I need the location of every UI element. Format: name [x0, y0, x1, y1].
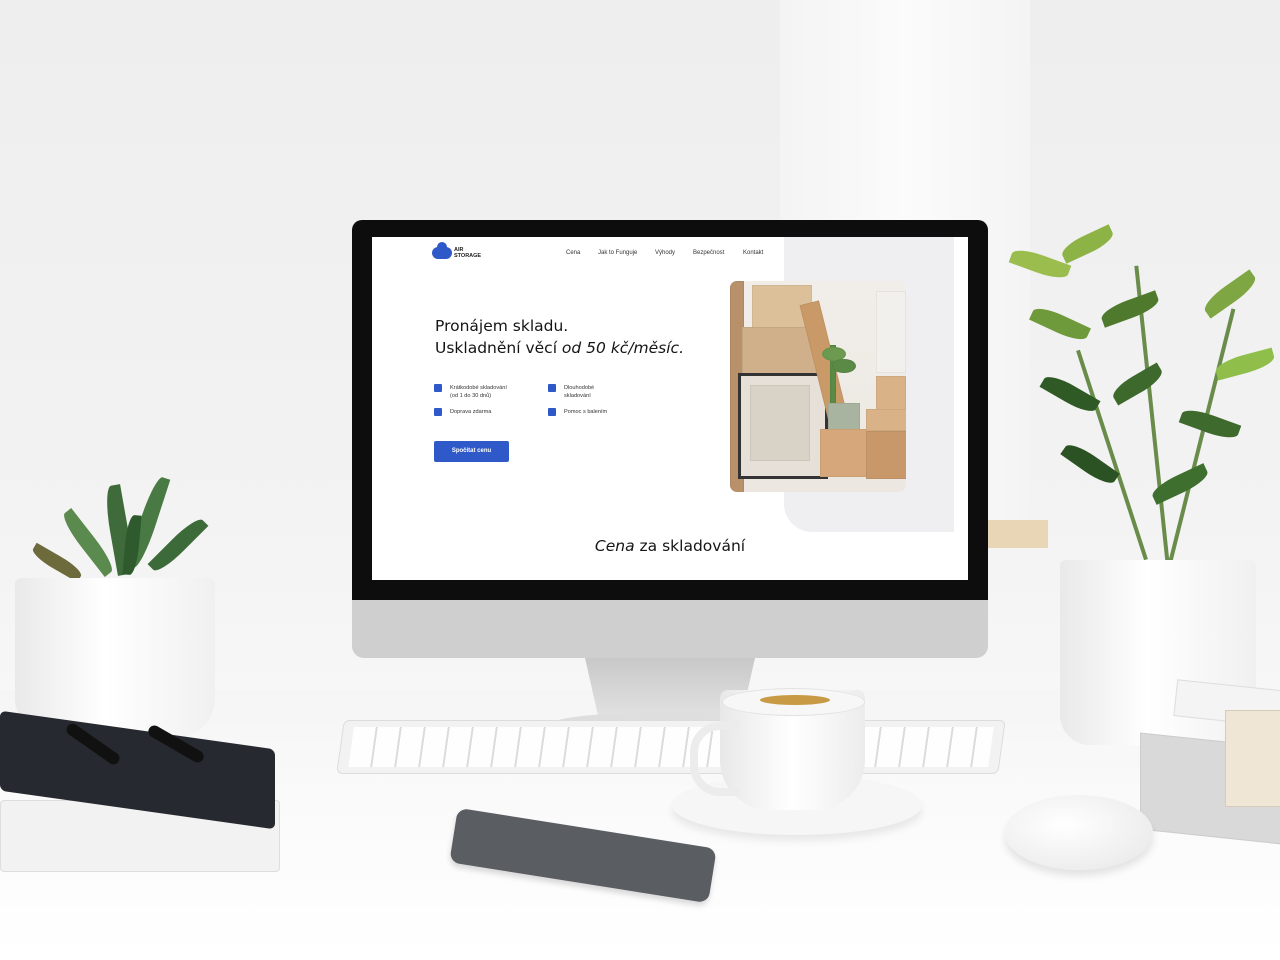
- logo-line2: STORAGE: [454, 253, 482, 259]
- checkbox-bullet-icon: [548, 384, 556, 392]
- feature-short-term: Krátkodobé skladování (od 1 do 30 dnů): [450, 384, 507, 400]
- nav-item-kontakt[interactable]: Kontakt: [743, 250, 763, 256]
- hero-title-line2-plain: Uskladnění věcí: [435, 339, 562, 357]
- nav-item-jak-to-funguje[interactable]: Jak to Funguje: [598, 250, 637, 256]
- feature-line: (od 1 do 30 dnů): [450, 393, 492, 399]
- monitor-chin: [352, 600, 988, 658]
- section-title-italic: Cena: [594, 537, 635, 555]
- monitor-screen: AIR STORAGE Cena Jak to Funguje Výhody B…: [372, 237, 968, 580]
- cup-handle: [690, 722, 740, 796]
- feature-line: Krátkodobé skladování: [450, 385, 507, 391]
- feature-long-term: Dlouhodobé skladování: [564, 384, 594, 400]
- nav-item-bezpecnost[interactable]: Bezpečnost: [693, 250, 724, 256]
- hero-title: Pronájem skladu. Uskladnění věcí od 50 k…: [435, 315, 735, 359]
- zz-plant: [1000, 224, 1280, 570]
- nav-item-vyhody[interactable]: Výhody: [655, 250, 675, 256]
- cloud-logo-icon[interactable]: [432, 242, 452, 259]
- nav-item-cena[interactable]: Cena: [566, 250, 580, 256]
- checkbox-bullet-icon: [548, 408, 556, 416]
- section-title-rest: za skladování: [634, 537, 746, 555]
- hero-boxes-photo: [730, 281, 906, 492]
- coffee: [760, 695, 830, 705]
- site-logo[interactable]: AIR STORAGE: [454, 247, 481, 259]
- feature-line: Pomoc s balením: [564, 409, 608, 415]
- feature-line: skladování: [564, 393, 591, 399]
- left-plant-pot: [15, 578, 215, 738]
- hero-title-line2-price: od 50 kč/měsíc.: [561, 339, 685, 357]
- feature-line: Doprava zdarma: [450, 409, 492, 415]
- computer-mouse: [1005, 795, 1153, 870]
- calculate-price-button[interactable]: Spočítat cenu: [434, 441, 509, 462]
- checkbox-bullet-icon: [434, 408, 442, 416]
- feature-packing-help: Pomoc s balením: [564, 408, 607, 416]
- checkbox-bullet-icon: [434, 384, 442, 392]
- keyboard: [336, 720, 1006, 774]
- hero-title-line1: Pronájem skladu.: [435, 317, 569, 335]
- hero-title-line2: Uskladnění věcí od 50 kč/měsíc.: [435, 337, 735, 359]
- feature-line: Dlouhodobé: [564, 385, 595, 391]
- section-title-price: Cena za skladování: [372, 537, 968, 555]
- feature-free-delivery: Doprava zdarma: [450, 408, 491, 416]
- book: [1225, 710, 1280, 807]
- succulent-plant: [20, 465, 220, 590]
